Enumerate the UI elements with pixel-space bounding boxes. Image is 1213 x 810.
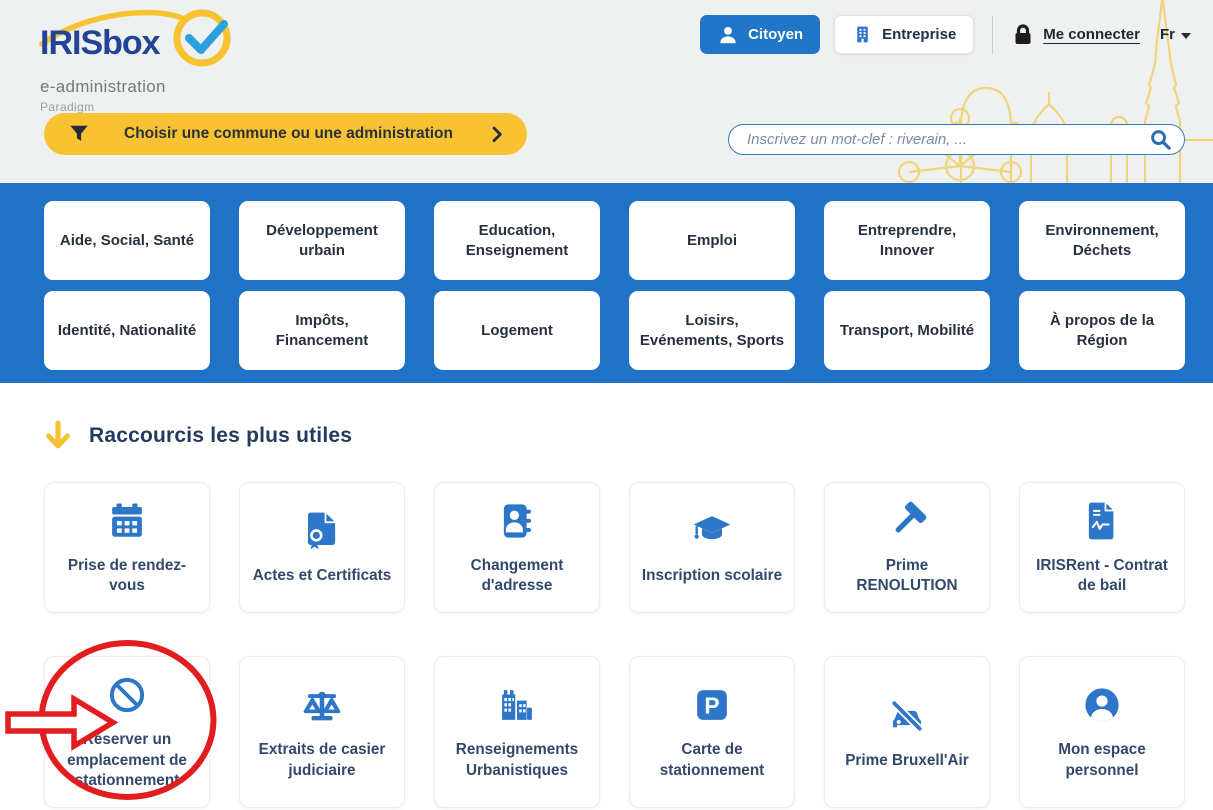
category-band: Aide, Social, Santé Développement urbain… [0, 183, 1213, 383]
shortcuts-title: Raccourcis les plus utiles [89, 424, 352, 448]
choose-commune-button[interactable]: Choisir une commune ou une administratio… [44, 113, 527, 155]
logo-subtitle: e-administration [40, 77, 256, 97]
shortcut-mon-espace-personnel[interactable]: Mon espace personnel [1019, 656, 1185, 808]
shortcut-label: Réserver un emplacement de stationnement [55, 730, 199, 791]
header: IRISbox e-administration Paradigm Citoye… [0, 0, 1213, 183]
city-buildings-icon [496, 683, 538, 727]
choose-commune-label: Choisir une commune ou une administratio… [90, 125, 487, 143]
shortcut-label: Inscription scolaire [642, 566, 782, 586]
shortcut-renseignements-urbanistiques[interactable]: Renseignements Urbanistiques [434, 656, 600, 808]
shortcut-actes-et-certificats[interactable]: Actes et Certificats [239, 482, 405, 613]
shortcut-extraits-casier-judiciaire[interactable]: Extraits de casier judiciaire [239, 656, 405, 808]
category-identite-nationalite[interactable]: Identité, Nationalité [44, 291, 210, 370]
address-book-icon [496, 499, 538, 543]
chevron-right-icon [487, 124, 507, 144]
category-loisirs-evenements-sports[interactable]: Loisirs, Evénements, Sports [629, 291, 795, 370]
shortcut-label: IRISRent - Contrat de bail [1030, 556, 1174, 596]
shortcut-label: Carte de stationnement [640, 740, 784, 780]
building-icon [852, 24, 873, 45]
category-logement[interactable]: Logement [434, 291, 600, 370]
shortcut-inscription-scolaire[interactable]: Inscription scolaire [629, 482, 795, 613]
shortcuts-grid: Prise de rendez-vous Actes et Certificat… [0, 452, 1213, 808]
shortcut-prime-renolution[interactable]: Prime RENOLUTION [824, 482, 990, 613]
category-entreprendre-innover[interactable]: Entreprendre, Innover [824, 201, 990, 280]
shortcuts-section: Raccourcis les plus utiles Prise de re [0, 383, 1213, 808]
shortcut-label: Prime Bruxell'Air [845, 751, 969, 771]
language-selector[interactable]: Fr [1160, 26, 1191, 43]
hammer-icon [886, 499, 928, 543]
search-input[interactable] [728, 124, 1185, 155]
shortcut-carte-de-stationnement[interactable]: P Carte de stationnement [629, 656, 795, 808]
graduation-cap-icon [690, 509, 734, 553]
citoyen-button[interactable]: Citoyen [700, 15, 820, 54]
login-label: Me connecter [1043, 26, 1140, 43]
check-circle-icon [189, 24, 224, 50]
contract-signature-icon [1081, 499, 1123, 543]
no-entry-icon [105, 673, 149, 717]
shortcut-label: Actes et Certificats [253, 566, 392, 586]
category-a-propos-region[interactable]: À propos de la Région [1019, 291, 1185, 370]
shortcut-label: Extraits de casier judiciaire [250, 740, 394, 780]
category-emploi[interactable]: Emploi [629, 201, 795, 280]
shortcut-label: Prime RENOLUTION [835, 556, 979, 596]
shortcut-reserver-emplacement-stationnement[interactable]: Réserver un emplacement de stationnement [44, 656, 210, 808]
citoyen-label: Citoyen [748, 26, 803, 43]
shortcut-prime-bruxellair[interactable]: Prime Bruxell'Air [824, 656, 990, 808]
car-slash-icon [885, 694, 929, 738]
category-environnement-dechets[interactable]: Environnement, Déchets [1019, 201, 1185, 280]
irisbox-logo-icon: IRISbox [38, 6, 256, 70]
parking-icon: P [691, 683, 733, 727]
divider [992, 16, 993, 54]
search-icon[interactable] [1149, 128, 1172, 151]
search-bar [728, 124, 1185, 155]
person-icon [717, 24, 739, 46]
category-aide-social-sante[interactable]: Aide, Social, Santé [44, 201, 210, 280]
category-education-enseignement[interactable]: Education, Enseignement [434, 201, 600, 280]
shortcut-irisrent-contrat-de-bail[interactable]: IRISRent - Contrat de bail [1019, 482, 1185, 613]
arrow-down-icon [44, 420, 72, 452]
irisbox-portal: IRISbox e-administration Paradigm Citoye… [0, 0, 1213, 810]
filter-funnel-icon [68, 123, 90, 145]
shortcut-label: Prise de rendez-vous [55, 556, 199, 596]
shortcut-changement-adresse[interactable]: Changement d'adresse [434, 482, 600, 613]
svg-text:P: P [704, 693, 719, 719]
chevron-down-icon [1181, 33, 1191, 39]
user-circle-icon [1081, 683, 1123, 727]
certificate-icon [301, 509, 343, 553]
shortcut-label: Renseignements Urbanistiques [445, 740, 589, 780]
category-impots-financement[interactable]: Impôts, Financement [239, 291, 405, 370]
brand-text: IRISbox [40, 24, 161, 62]
shortcuts-header: Raccourcis les plus utiles [0, 383, 1213, 452]
calendar-icon [106, 499, 148, 543]
entreprise-label: Entreprise [882, 26, 956, 43]
account-bar: Citoyen Entreprise Me connecter [700, 15, 1191, 54]
shortcut-prise-de-rendez-vous[interactable]: Prise de rendez-vous [44, 482, 210, 613]
entreprise-button[interactable]: Entreprise [834, 15, 974, 54]
login-link[interactable]: Me connecter [1011, 23, 1140, 47]
shortcut-label: Changement d'adresse [445, 556, 589, 596]
justice-scales-icon [300, 683, 344, 727]
category-transport-mobilite[interactable]: Transport, Mobilité [824, 291, 990, 370]
logo[interactable]: IRISbox e-administration Paradigm [38, 6, 256, 114]
lock-icon [1011, 23, 1035, 47]
shortcut-label: Mon espace personnel [1030, 740, 1174, 780]
language-label: Fr [1160, 26, 1175, 43]
category-developpement-urbain[interactable]: Développement urbain [239, 201, 405, 280]
logo-byline: Paradigm [40, 100, 256, 114]
